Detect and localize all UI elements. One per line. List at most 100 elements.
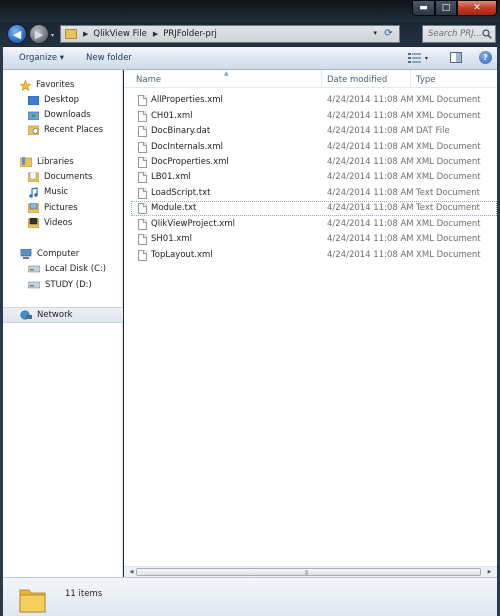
title-bar[interactable]: ▬ □ ✕	[0, 0, 500, 22]
document-icon	[138, 95, 147, 106]
chevron-down-icon: ▾	[425, 54, 429, 62]
file-row[interactable]: DocInternals.xml 4/24/2014 11:08 AM XML …	[131, 140, 497, 155]
view-list-icon	[408, 53, 421, 63]
nav-downloads[interactable]: Downloads	[3, 107, 123, 123]
nav-label: Pictures	[44, 203, 78, 213]
file-row[interactable]: TopLayout.xml 4/24/2014 11:08 AM XML Doc…	[131, 248, 497, 263]
file-row[interactable]: AllProperties.xml 4/24/2014 11:08 AM XML…	[131, 93, 497, 108]
pictures-icon	[28, 203, 39, 213]
file-row[interactable]: LB01.xml 4/24/2014 11:08 AM XML Document	[131, 170, 497, 185]
window-controls: ▬ □ ✕	[412, 0, 497, 16]
column-divider[interactable]	[410, 70, 411, 88]
document-icon	[138, 219, 147, 230]
file-type: Text Document	[416, 203, 480, 213]
nav-label: Downloads	[44, 110, 91, 120]
new-folder-button[interactable]: New folder	[86, 53, 132, 63]
file-row[interactable]: QlikViewProject.xml 4/24/2014 11:08 AM X…	[131, 217, 497, 232]
nav-label: Desktop	[44, 95, 80, 105]
file-type: DAT File	[416, 126, 450, 136]
column-header-date-modified[interactable]: Date modified	[327, 75, 387, 85]
file-date: 4/24/2014 11:08 AM	[327, 219, 414, 229]
file-date: 4/24/2014 11:08 AM	[327, 172, 414, 182]
preview-pane-icon[interactable]	[450, 52, 462, 63]
details-pane: 11 items	[3, 577, 497, 616]
file-date: 4/24/2014 11:08 AM	[327, 157, 414, 167]
refresh-button[interactable]: ⟳	[381, 27, 396, 41]
breadcrumb-qlikview-file[interactable]: QlikView File	[93, 29, 146, 39]
nav-computer[interactable]: Computer	[3, 246, 123, 262]
chevron-down-icon[interactable]: ▾	[373, 29, 377, 37]
scroll-right-icon[interactable]: ▶	[484, 567, 495, 577]
nav-music[interactable]: Music	[3, 184, 123, 200]
document-icon	[138, 234, 147, 245]
file-name: AllProperties.xml	[151, 95, 223, 105]
address-row: ◀ ▶ ▾ ▶ QlikView File ▶ PRJFolder-prj ▾ …	[0, 22, 500, 46]
column-header-type[interactable]: Type	[416, 75, 436, 85]
computer-icon	[20, 249, 32, 259]
change-view-button[interactable]: ▾	[408, 52, 436, 64]
document-icon	[138, 142, 147, 153]
file-date: 4/24/2014 11:08 AM	[327, 250, 414, 260]
file-date: 4/24/2014 11:08 AM	[327, 142, 414, 152]
file-type: XML Document	[416, 250, 481, 260]
chevron-right-icon[interactable]: ▶	[153, 30, 158, 38]
file-type: XML Document	[416, 111, 481, 121]
nav-videos[interactable]: Videos	[3, 215, 123, 231]
file-name: QlikViewProject.xml	[151, 219, 235, 229]
nav-label: Music	[44, 187, 69, 197]
file-row[interactable]: Module.txt 4/24/2014 11:08 AM Text Docum…	[131, 201, 497, 216]
nav-pictures[interactable]: Pictures	[3, 200, 123, 216]
nav-network[interactable]: Network	[3, 307, 123, 323]
file-date: 4/24/2014 11:08 AM	[327, 95, 414, 105]
nav-libraries[interactable]: Libraries	[3, 154, 123, 170]
document-icon	[138, 111, 147, 122]
file-type: XML Document	[416, 234, 481, 244]
file-row[interactable]: SH01.xml 4/24/2014 11:08 AM XML Document	[131, 232, 497, 247]
forward-button[interactable]: ▶	[29, 24, 49, 44]
network-icon	[20, 310, 32, 320]
breadcrumb-prjfolder[interactable]: PRJFolder-prj	[163, 29, 217, 39]
nav-desktop[interactable]: Desktop	[3, 92, 123, 108]
file-date: 4/24/2014 11:08 AM	[327, 188, 414, 198]
documents-icon	[28, 172, 39, 182]
command-bar: Organize ▾ New folder ▾ ?	[3, 47, 497, 70]
file-type: XML Document	[416, 157, 481, 167]
navigation-pane: Favorites Desktop Downloads Recent Place…	[3, 70, 123, 577]
nav-local-disk-c[interactable]: Local Disk (C:)	[3, 261, 123, 277]
nav-recent-places[interactable]: Recent Places	[3, 122, 123, 138]
file-row[interactable]: DocBinary.dat 4/24/2014 11:08 AM DAT Fil…	[131, 124, 497, 139]
address-bar[interactable]: ▶ QlikView File ▶ PRJFolder-prj ▾ ⟳	[60, 25, 400, 43]
recent-places-icon	[28, 125, 39, 135]
file-date: 4/24/2014 11:08 AM	[327, 111, 414, 121]
close-button[interactable]: ✕	[457, 0, 497, 16]
organize-button[interactable]: Organize ▾	[19, 53, 64, 63]
help-button[interactable]: ?	[479, 51, 492, 64]
nav-label: Documents	[44, 172, 93, 182]
nav-study-d[interactable]: STUDY (D:)	[3, 277, 123, 293]
star-icon	[20, 79, 31, 91]
column-header-name[interactable]: Name	[136, 75, 161, 85]
nav-favorites[interactable]: Favorites	[3, 77, 123, 93]
file-date: 4/24/2014 11:08 AM	[327, 203, 414, 213]
nav-label: STUDY (D:)	[45, 280, 92, 290]
back-button[interactable]: ◀	[7, 24, 27, 44]
column-divider[interactable]	[321, 70, 322, 88]
file-date: 4/24/2014 11:08 AM	[327, 234, 414, 244]
chevron-right-icon[interactable]: ▶	[83, 30, 88, 38]
file-row[interactable]: LoadScript.txt 4/24/2014 11:08 AM Text D…	[131, 186, 497, 201]
recent-pages-button[interactable]: ▾	[51, 32, 54, 39]
file-name: TopLayout.xml	[151, 250, 213, 260]
file-name: DocBinary.dat	[151, 126, 211, 136]
nav-label: Network	[37, 310, 73, 320]
maximize-button[interactable]: □	[435, 0, 457, 16]
file-type: XML Document	[416, 172, 481, 182]
minimize-button[interactable]: ▬	[412, 0, 435, 16]
text-file-icon	[138, 203, 147, 214]
nav-label: Local Disk (C:)	[45, 264, 107, 274]
scrollbar-thumb[interactable]: |||	[136, 568, 481, 576]
file-row[interactable]: DocProperties.xml 4/24/2014 11:08 AM XML…	[131, 155, 497, 170]
file-date: 4/24/2014 11:08 AM	[327, 126, 414, 136]
horizontal-scrollbar[interactable]: ◀ ||| ▶	[124, 566, 497, 577]
file-row[interactable]: CH01.xml 4/24/2014 11:08 AM XML Document	[131, 109, 497, 124]
nav-documents[interactable]: Documents	[3, 169, 123, 185]
